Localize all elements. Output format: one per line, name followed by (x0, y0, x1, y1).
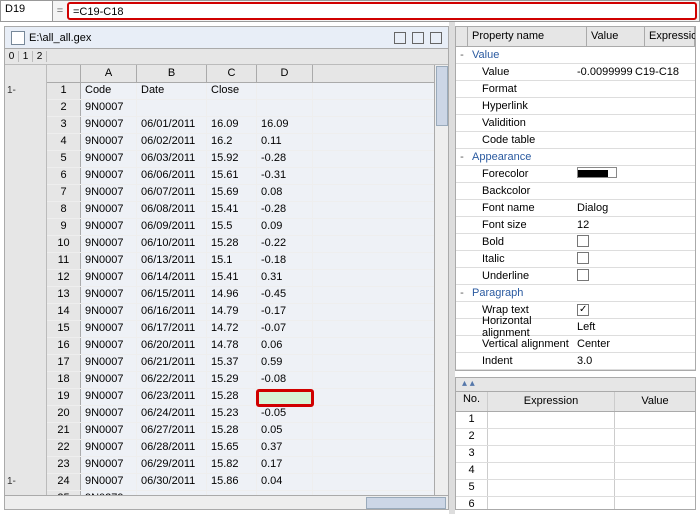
expression-row[interactable]: 1 (456, 412, 695, 429)
table-row[interactable]: 149N000706/16/201114.79-0.17 (47, 304, 434, 321)
table-row[interactable]: 239N000706/29/201115.820.17 (47, 457, 434, 474)
table-row[interactable]: 179N000706/21/201115.370.59 (47, 355, 434, 372)
outline-levels[interactable]: 012 (5, 49, 448, 65)
property-row[interactable]: Hyperlink (456, 98, 695, 115)
table-row[interactable]: 79N000706/07/201115.690.08 (47, 185, 434, 202)
expression-row[interactable]: 5 (456, 480, 695, 497)
property-row[interactable]: Value-0.0099999..C19-C18 (456, 64, 695, 81)
table-row[interactable]: 119N000706/13/201115.1-0.18 (47, 253, 434, 270)
detach-icon[interactable] (394, 32, 406, 44)
table-row[interactable]: 169N000706/20/201114.780.06 (47, 338, 434, 355)
table-row[interactable]: 39N000706/01/201116.0916.09 (47, 117, 434, 134)
properties-panel: Property name Value Expression -ValueVal… (455, 26, 696, 371)
expression-row[interactable]: 2 (456, 429, 695, 446)
property-row[interactable]: Italic (456, 251, 695, 268)
property-row[interactable]: Font nameDialog (456, 200, 695, 217)
table-row[interactable]: 29N0007 (47, 100, 434, 117)
expression-toolbar[interactable]: ▴ ▴ (456, 378, 695, 392)
close-icon[interactable] (430, 32, 442, 44)
table-row[interactable]: 129N000706/14/201115.410.31 (47, 270, 434, 287)
property-row[interactable]: Underline (456, 268, 695, 285)
properties-header: Property name Value Expression (456, 27, 695, 47)
table-row[interactable]: 209N000706/24/201115.23-0.05 (47, 406, 434, 423)
property-row[interactable]: Format (456, 81, 695, 98)
document-title: E:\all_all.gex (29, 32, 394, 44)
table-row[interactable]: 49N000706/02/201116.20.11 (47, 134, 434, 151)
property-row[interactable]: -Appearance (456, 149, 695, 166)
horizontal-scrollbar[interactable] (5, 495, 448, 509)
property-row[interactable]: Backcolor (456, 183, 695, 200)
table-row[interactable]: 59N000706/03/201115.92-0.28 (47, 151, 434, 168)
property-row[interactable]: Forecolor (456, 166, 695, 183)
maximize-icon[interactable] (412, 32, 424, 44)
table-row[interactable]: 159N000706/17/201114.72-0.07 (47, 321, 434, 338)
spreadsheet-panel: E:\all_all.gex 012 1-1- A B C D 1CodeDat… (4, 26, 449, 510)
column-headers[interactable]: A B C D (47, 65, 434, 83)
cell-reference[interactable]: D19 (1, 1, 53, 21)
table-row[interactable]: 109N000706/10/201115.28-0.22 (47, 236, 434, 253)
vertical-scrollbar[interactable] (434, 65, 448, 495)
property-row[interactable]: Code table (456, 132, 695, 149)
grid[interactable]: A B C D 1CodeDateClose29N000739N000706/0… (47, 65, 434, 495)
property-row[interactable]: Vertical alignmentCenter (456, 336, 695, 353)
expression-row[interactable]: 3 (456, 446, 695, 463)
table-row[interactable]: 199N000706/23/201115.28-0.01 (47, 389, 434, 406)
table-row[interactable]: 89N000706/08/201115.41-0.28 (47, 202, 434, 219)
property-row[interactable]: Bold (456, 234, 695, 251)
formula-bar: D19 = =C19-C18 (0, 0, 700, 22)
property-row[interactable]: Indent3.0 (456, 353, 695, 370)
document-header: E:\all_all.gex (5, 27, 448, 49)
table-row[interactable]: 219N000706/27/201115.280.05 (47, 423, 434, 440)
expression-row[interactable]: 6 (456, 497, 695, 510)
property-row[interactable]: -Paragraph (456, 285, 695, 302)
table-row[interactable]: 139N000706/15/201114.96-0.45 (47, 287, 434, 304)
document-icon (11, 31, 25, 45)
property-row[interactable]: Font size12 (456, 217, 695, 234)
property-row[interactable]: Horizontal alignmentLeft (456, 319, 695, 336)
property-row[interactable]: Validition (456, 115, 695, 132)
table-row[interactable]: 259N0279 (47, 491, 434, 495)
expression-panel: ▴ ▴ No. Expression Value 12345678 (455, 377, 696, 510)
expression-row[interactable]: 4 (456, 463, 695, 480)
property-row[interactable]: -Value (456, 47, 695, 64)
table-row[interactable]: 249N000706/30/201115.860.04 (47, 474, 434, 491)
table-row[interactable]: 229N000706/28/201115.650.37 (47, 440, 434, 457)
outline-gutter[interactable]: 1-1- (5, 65, 47, 495)
table-row[interactable]: 69N000706/06/201115.61-0.31 (47, 168, 434, 185)
table-row[interactable]: 99N000706/09/201115.50.09 (47, 219, 434, 236)
formula-input[interactable]: =C19-C18 (67, 2, 697, 20)
table-row[interactable]: 189N000706/22/201115.29-0.08 (47, 372, 434, 389)
equals-label: = (53, 5, 67, 17)
